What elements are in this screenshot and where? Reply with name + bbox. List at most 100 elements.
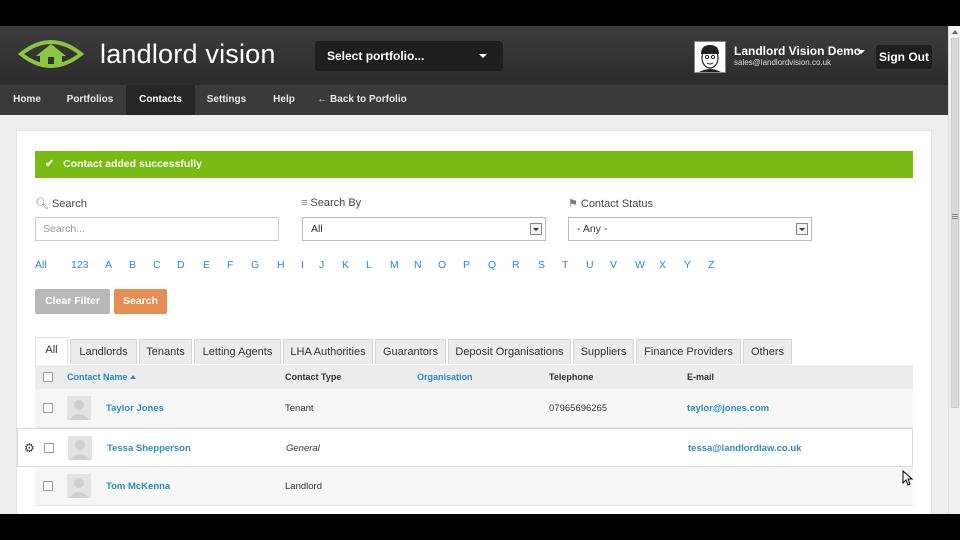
alphabet-filter-item[interactable]: O	[438, 259, 446, 271]
column-contact-name[interactable]: Contact Name	[67, 365, 136, 389]
browser-viewport: landlord vision Select portfolio... Land…	[0, 26, 960, 514]
table-row[interactable]: Tom McKenna Landlord	[35, 467, 913, 506]
search-by-select[interactable]: All	[302, 217, 546, 241]
nav-help[interactable]: Help	[258, 85, 310, 115]
person-silhouette-icon	[69, 400, 89, 420]
success-alert-text: Contact added successfully	[63, 158, 203, 170]
alphabet-filter-item[interactable]: N	[414, 259, 422, 271]
alphabet-filter-item[interactable]: F	[227, 259, 233, 271]
contact-type: Tenant	[285, 403, 314, 414]
user-name[interactable]: Landlord Vision Demo	[734, 44, 861, 58]
tab-suppliers[interactable]: Suppliers	[573, 339, 634, 364]
flag-icon: ⚑	[568, 198, 578, 210]
contact-telephone: 07965696265	[549, 403, 608, 414]
row-checkbox[interactable]	[43, 481, 53, 491]
alphabet-filter-item[interactable]: R	[512, 259, 520, 271]
table-row[interactable]: Taylor Jones Tenant 07965696265 taylor@j…	[35, 389, 913, 428]
alphabet-filter-item[interactable]: 123	[71, 259, 89, 271]
gear-icon[interactable]: ⚙	[24, 442, 36, 454]
column-telephone: Telephone	[549, 372, 594, 382]
contact-name-link[interactable]: Tom McKenna	[106, 467, 170, 506]
alphabet-filter-item[interactable]: A	[105, 259, 112, 271]
contact-email-link[interactable]: taylor@jones.com	[687, 389, 769, 428]
nav-home[interactable]: Home	[0, 85, 54, 115]
page-scrollbar[interactable]	[948, 26, 960, 514]
contact-photo-placeholder	[68, 436, 92, 460]
column-organisation[interactable]: Organisation	[417, 365, 473, 389]
contact-email-link[interactable]: tessa@landlordlaw.co.uk	[688, 429, 801, 468]
nav-settings[interactable]: Settings	[195, 85, 258, 115]
nav-back-to-portfolio[interactable]: ← Back to Porfolio	[314, 85, 410, 115]
alphabet-filter-item[interactable]: D	[177, 259, 185, 271]
alphabet-filter-item[interactable]: Y	[684, 259, 691, 271]
contact-name-link[interactable]: Tessa Shepperson	[107, 429, 191, 468]
alphabet-filter-item[interactable]: M	[390, 259, 399, 271]
tab-letting-agents[interactable]: Letting Agents	[194, 339, 281, 364]
alphabet-filter-item[interactable]: E	[203, 259, 210, 271]
list-lines-icon: ≡	[301, 197, 308, 209]
nav-contacts[interactable]: Contacts	[126, 85, 195, 115]
user-menu-chevron-down-icon[interactable]	[857, 50, 865, 54]
tab-tenants[interactable]: Tenants	[139, 339, 192, 364]
column-contact-type: Contact Type	[285, 372, 342, 382]
alphabet-filter-item[interactable]: G	[251, 259, 259, 271]
tab-lha-authorities[interactable]: LHA Authorities	[283, 339, 373, 364]
contact-status-select[interactable]: - Any -	[568, 217, 812, 241]
select-arrow-icon[interactable]	[796, 223, 808, 235]
alphabet-filter-item[interactable]: All	[35, 259, 47, 271]
nav-portfolios[interactable]: Portfolios	[54, 85, 126, 115]
user-email: sales@landlordvision.co.uk	[734, 58, 832, 67]
alphabet-filter-item[interactable]: K	[342, 259, 349, 271]
tab-deposit-organisations[interactable]: Deposit Organisations	[448, 339, 571, 364]
person-silhouette-icon	[69, 478, 89, 498]
contacts-panel: ✔ Contact added successfully 🔍︎Search ≡ S…	[16, 130, 932, 514]
contact-type: General	[286, 443, 320, 454]
tab-others[interactable]: Others	[743, 339, 792, 364]
search-input[interactable]	[35, 217, 279, 241]
select-all-checkbox[interactable]	[43, 372, 53, 382]
check-icon: ✔	[45, 158, 55, 170]
contact-status-value: - Any -	[577, 223, 608, 235]
row-checkbox[interactable]	[43, 403, 53, 413]
search-button[interactable]: Search	[114, 289, 167, 314]
tab-all[interactable]: All	[35, 337, 68, 365]
alphabet-filter-item[interactable]: Q	[488, 259, 496, 271]
user-avatar[interactable]	[694, 41, 726, 73]
portfolio-select-label: Select portfolio...	[327, 49, 425, 63]
select-arrow-icon[interactable]	[530, 223, 542, 235]
alphabet-filter-item[interactable]: S	[538, 259, 545, 271]
contact-name-link[interactable]: Taylor Jones	[106, 389, 164, 428]
search-label: 🔍︎ Search	[35, 198, 87, 210]
alphabet-filter-item[interactable]: L	[366, 259, 372, 271]
alphabet-filter-item[interactable]: T	[562, 259, 568, 271]
alphabet-filter-item[interactable]: X	[659, 259, 666, 271]
alphabet-filter-item[interactable]: H	[277, 259, 285, 271]
chevron-down-icon	[479, 54, 487, 58]
main-nav: Home Portfolios Contacts Settings Help ←…	[0, 85, 948, 115]
portfolio-select-dropdown[interactable]: Select portfolio...	[315, 41, 503, 71]
tab-finance-providers[interactable]: Finance Providers	[636, 339, 741, 364]
alphabet-filter-item[interactable]: W	[635, 259, 645, 271]
contact-photo-placeholder	[67, 474, 91, 498]
tab-landlords[interactable]: Landlords	[70, 339, 137, 364]
alphabet-filter-item[interactable]: P	[463, 259, 470, 271]
tab-guarantors[interactable]: Guarantors	[375, 339, 446, 364]
mouse-cursor-icon	[902, 470, 914, 486]
contacts-table-header: Contact Name Contact Type Organisation T…	[35, 365, 913, 389]
alphabet-filter-item[interactable]: B	[129, 259, 136, 271]
alphabet-filter-item[interactable]: U	[586, 259, 594, 271]
scrollbar-grip-icon	[949, 26, 960, 514]
contact-status-label: ⚑ Contact Status	[568, 198, 654, 210]
alphabet-filter-item[interactable]: I	[301, 259, 304, 271]
app-header: landlord vision Select portfolio... Land…	[0, 26, 948, 85]
alphabet-filter-item[interactable]: J	[319, 259, 324, 271]
table-row[interactable]: ⚙ Tessa Shepperson General tessa@landlor…	[17, 428, 913, 467]
alphabet-filter-item[interactable]: C	[153, 259, 161, 271]
logo-eye-house-icon[interactable]	[18, 36, 84, 72]
contact-photo-placeholder	[67, 396, 91, 420]
sign-out-button[interactable]: Sign Out	[876, 45, 932, 69]
alphabet-filter-item[interactable]: V	[610, 259, 617, 271]
alphabet-filter-item[interactable]: Z	[708, 259, 714, 271]
clear-filter-button[interactable]: Clear Filter	[35, 289, 110, 314]
row-checkbox[interactable]	[44, 443, 54, 453]
